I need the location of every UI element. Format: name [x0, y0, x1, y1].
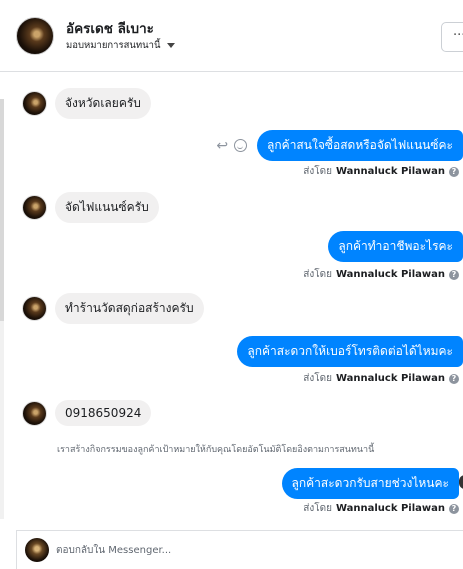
outgoing-message: ลูกค้าสะดวกให้เบอร์โทรติดต่อได้ไหมคะ — [237, 336, 463, 367]
message-bubble[interactable]: 0918650924 — [55, 400, 152, 426]
message-bubble[interactable]: ทำร้านวัดสดุก่อสร้างครับ — [55, 293, 204, 324]
contact-avatar[interactable] — [16, 17, 54, 55]
sent-by-label: ส่งโดย — [303, 373, 332, 384]
sender-name: Wannaluck Pilawan — [335, 269, 445, 280]
lead-activity-notice: เราสร้างกิจกรรมของลูกค้าเป้าหมายให้กับคุ… — [57, 445, 375, 455]
sent-by-label: ส่งโดย — [303, 269, 332, 280]
contact-avatar — [22, 400, 47, 426]
message-bubble[interactable]: จัดไฟแนนซ์ครับ — [55, 192, 159, 223]
message-actions: ↩ — [216, 138, 248, 154]
sent-by-line: ส่งโดย Wannaluck Pilawan ? — [303, 164, 459, 179]
contact-avatar — [22, 91, 47, 116]
contact-avatar — [22, 195, 47, 220]
sender-name: Wannaluck Pilawan — [335, 373, 445, 384]
assign-conversation-label: มอบหมายการสนทนานี้ — [66, 40, 161, 51]
conversation-header: อัครเดช ลีเบาะ มอบหมายการสนทนานี้ ··· — [0, 0, 463, 72]
info-icon[interactable]: ? — [449, 269, 459, 280]
sent-by-label: ส่งโดย — [303, 503, 332, 514]
outgoing-message: ลูกค้าทำอาชีพอะไรคะ — [328, 231, 463, 262]
contact-name[interactable]: อัครเดช ลีเบาะ — [66, 17, 154, 39]
message-bubble[interactable]: ลูกค้าสนใจซื้อสดหรือจัดไฟแนนซ์คะ — [257, 130, 463, 161]
message-bubble[interactable]: ลูกค้าสะดวกให้เบอร์โทรติดต่อได้ไหมคะ — [237, 336, 463, 367]
more-options-button[interactable]: ··· — [441, 22, 463, 52]
info-icon[interactable]: ? — [449, 503, 459, 514]
sent-by-line: ส่งโดย Wannaluck Pilawan ? — [303, 371, 459, 386]
message-thread[interactable]: จังหวัดเลยครับ ↩ ลูกค้าสนใจซื้อสดหรือจัด… — [0, 73, 463, 529]
sender-name: Wannaluck Pilawan — [335, 166, 445, 177]
page-avatar — [25, 538, 49, 562]
incoming-message: จัดไฟแนนซ์ครับ — [22, 192, 159, 223]
message-bubble[interactable]: ลูกค้าทำอาชีพอะไรคะ — [328, 231, 463, 262]
contact-avatar — [22, 296, 47, 321]
reply-icon[interactable]: ↩ — [216, 138, 228, 154]
assign-conversation-dropdown[interactable]: มอบหมายการสนทนานี้ — [66, 38, 175, 53]
message-bubble[interactable]: ลูกค้าสะดวกรับสายช่วงไหนคะ — [281, 468, 459, 499]
info-icon[interactable]: ? — [449, 373, 459, 384]
incoming-message: ทำร้านวัดสดุก่อสร้างครับ — [22, 293, 204, 324]
reply-composer — [16, 530, 463, 569]
info-icon[interactable]: ? — [449, 166, 459, 177]
sent-by-line: ส่งโดย Wannaluck Pilawan ? — [303, 267, 459, 282]
reply-input[interactable] — [56, 539, 446, 561]
message-bubble[interactable]: จังหวัดเลยครับ — [55, 88, 151, 119]
incoming-message: 0918650924 — [22, 400, 152, 426]
sent-by-label: ส่งโดย — [303, 166, 332, 177]
sender-name: Wannaluck Pilawan — [335, 503, 445, 514]
outgoing-message: ↩ ลูกค้าสนใจซื้อสดหรือจัดไฟแนนซ์คะ — [216, 130, 463, 161]
sent-by-line: ส่งโดย Wannaluck Pilawan ? — [303, 501, 459, 516]
emoji-icon[interactable] — [234, 139, 248, 152]
outgoing-message: ลูกค้าสะดวกรับสายช่วงไหนคะ — [281, 468, 463, 499]
scrollbar-thumb[interactable] — [0, 99, 4, 321]
caret-down-icon — [166, 43, 175, 48]
incoming-message: จังหวัดเลยครับ — [22, 88, 151, 119]
